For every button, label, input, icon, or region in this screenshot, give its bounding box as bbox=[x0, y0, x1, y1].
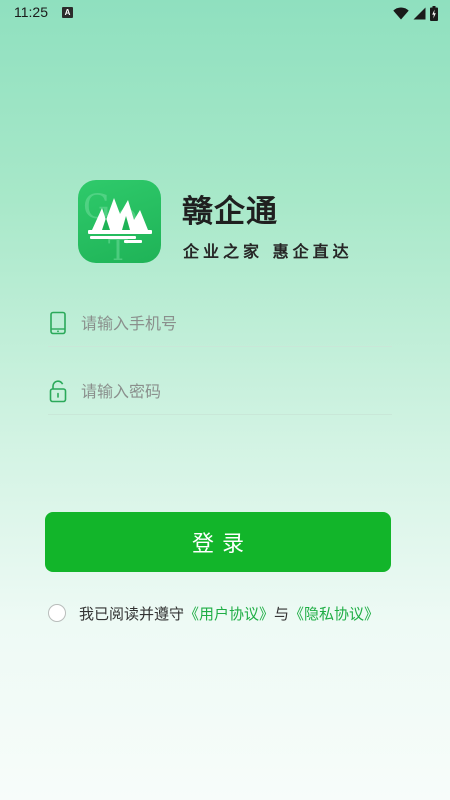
agreement-prefix: 我已阅读并遵守 bbox=[79, 604, 185, 623]
phone-field[interactable] bbox=[48, 300, 392, 347]
agreement-row: 我已阅读并遵守 《用户协议》 与 《隐私协议》 bbox=[48, 601, 379, 625]
gov-building-logo: G O T bbox=[83, 187, 152, 263]
cellular-signal-icon bbox=[413, 7, 426, 19]
password-field[interactable] bbox=[48, 368, 392, 415]
status-bar: 11:25 A bbox=[0, 0, 450, 26]
agreement-conjunction: 与 bbox=[274, 604, 290, 623]
login-button[interactable]: 登录 bbox=[45, 512, 391, 572]
status-icons bbox=[393, 5, 438, 21]
agree-checkbox[interactable] bbox=[48, 604, 66, 622]
app-logo: G O T bbox=[78, 180, 161, 263]
battery-charging-icon bbox=[430, 5, 438, 21]
wifi-icon bbox=[393, 6, 409, 19]
phone-input[interactable] bbox=[81, 308, 381, 338]
user-agreement-link[interactable]: 《用户协议》 bbox=[184, 603, 274, 624]
lock-icon bbox=[49, 380, 67, 403]
phone-icon bbox=[50, 311, 66, 335]
password-input[interactable] bbox=[81, 376, 381, 406]
a-letter-icon: A bbox=[62, 7, 73, 18]
status-time: 11:25 bbox=[14, 4, 48, 20]
app-title: 赣企通 bbox=[182, 194, 278, 230]
privacy-policy-link[interactable]: 《隐私协议》 bbox=[289, 603, 379, 624]
app-slogan: 企业之家 惠企直达 bbox=[183, 242, 353, 261]
